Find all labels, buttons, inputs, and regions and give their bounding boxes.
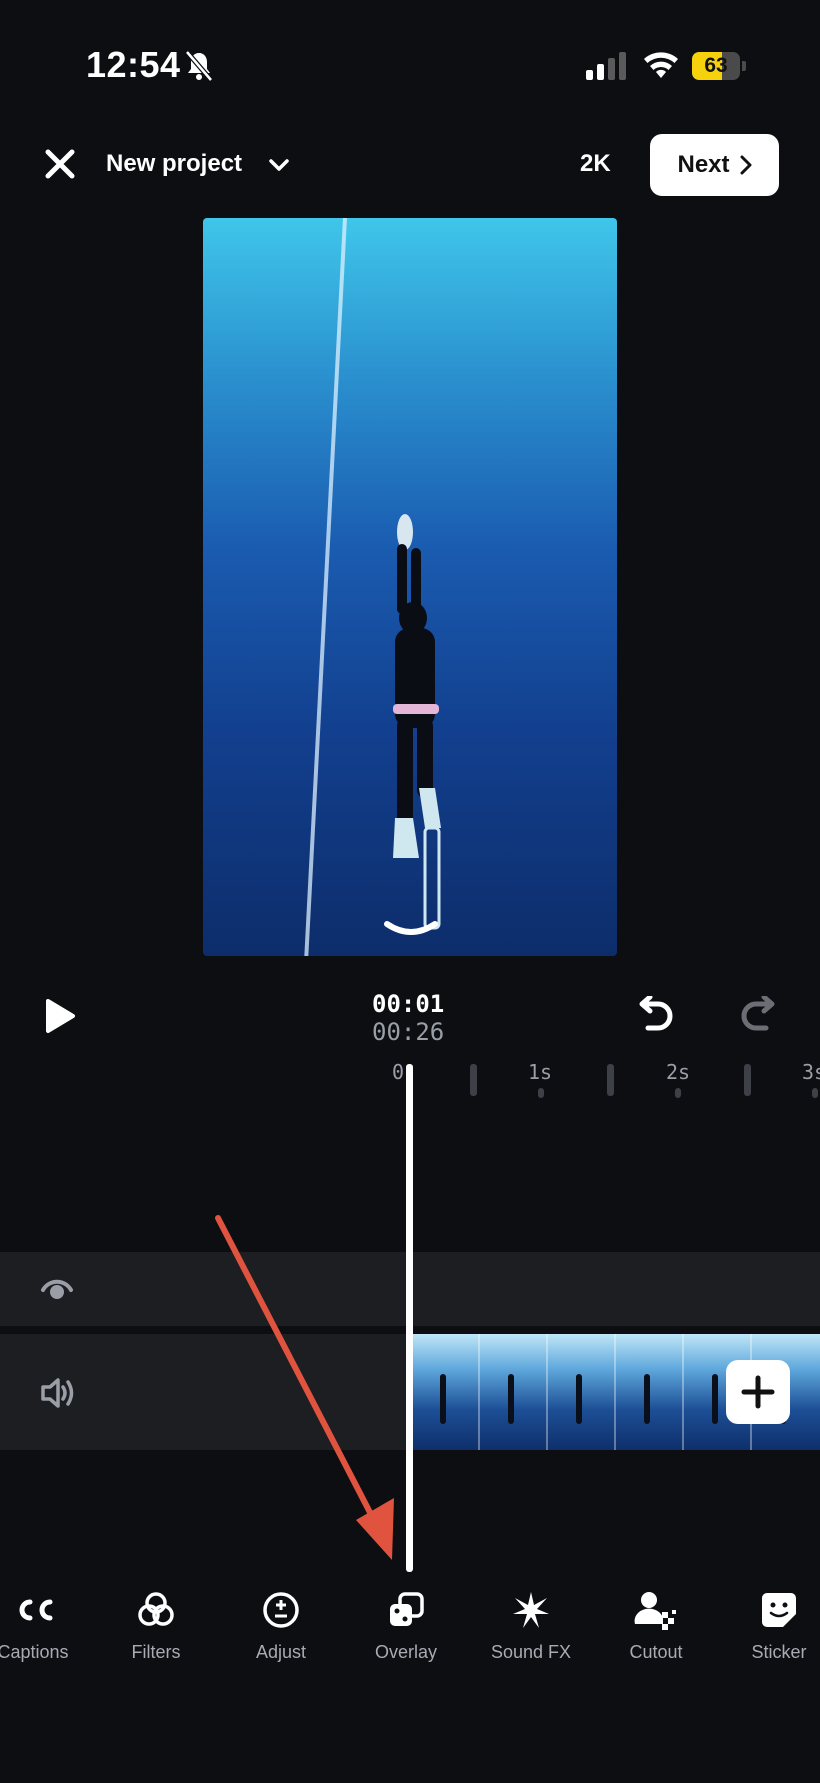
collapse-chevron-icon[interactable] <box>383 918 439 940</box>
ruler-label-1s: 1s <box>528 1060 553 1084</box>
filters-icon <box>101 1588 211 1632</box>
playhead[interactable] <box>406 1064 413 1572</box>
close-icon[interactable] <box>44 148 76 180</box>
clip-thumbnail-diver <box>644 1374 650 1424</box>
project-title[interactable]: New project <box>106 150 242 178</box>
tool-captions[interactable]: Captions <box>0 1588 88 1663</box>
next-button[interactable]: Next <box>650 134 779 196</box>
tool-overlay[interactable]: Overlay <box>351 1588 461 1663</box>
chevron-down-icon[interactable] <box>268 158 290 177</box>
ruler-tick <box>812 1088 818 1098</box>
diver-figure <box>393 514 441 930</box>
speaker-icon[interactable] <box>40 1376 76 1415</box>
battery-percentage: 63 <box>704 54 728 77</box>
total-duration: 00:26 <box>372 1018 445 1046</box>
current-time: 00:01 <box>372 990 445 1018</box>
ruler-tick <box>538 1088 544 1098</box>
video-preview[interactable] <box>203 218 617 956</box>
cutout-icon <box>601 1588 711 1632</box>
ruler-label-0: 0 <box>392 1060 405 1084</box>
resolution-selector[interactable]: 2K <box>580 150 611 178</box>
cellular-signal-icon <box>586 52 628 85</box>
undo-icon[interactable] <box>634 994 674 1039</box>
tool-label: Sticker <box>751 1642 807 1662</box>
redo-icon[interactable] <box>740 994 780 1039</box>
clip-frame-divider <box>546 1334 548 1450</box>
ruler-tick <box>744 1064 751 1096</box>
plus-icon <box>741 1375 775 1409</box>
ruler-tick <box>675 1088 681 1098</box>
tool-sticker[interactable]: Sticker <box>724 1588 820 1663</box>
clip-thumbnail-diver <box>508 1374 514 1424</box>
tool-label: Filters <box>131 1642 181 1662</box>
tool-label: Captions <box>0 1642 69 1662</box>
cc-icon <box>0 1588 88 1632</box>
visibility-icon[interactable] <box>40 1274 74 1309</box>
dive-line <box>304 218 347 956</box>
sound-fx-icon <box>476 1588 586 1632</box>
status-time: 12:54 <box>86 44 181 85</box>
tool-label: Overlay <box>374 1642 437 1662</box>
clip-thumbnail-diver <box>712 1374 718 1424</box>
ruler-label-3s: 3s <box>802 1060 820 1084</box>
bell-muted-icon <box>184 50 214 87</box>
ruler-tick <box>470 1064 477 1096</box>
ruler-tick <box>607 1064 614 1096</box>
sticker-icon <box>724 1588 820 1632</box>
tool-label: Sound FX <box>490 1642 572 1662</box>
tool-sound-fx[interactable]: Sound FX <box>476 1588 586 1663</box>
tool-adjust[interactable]: Adjust <box>226 1588 336 1663</box>
chevron-right-icon <box>740 155 752 175</box>
tool-label: Adjust <box>255 1642 307 1662</box>
ruler-label-2s: 2s <box>666 1060 691 1084</box>
battery-indicator: 63 <box>692 52 746 80</box>
clip-frame-divider <box>478 1334 480 1450</box>
overlay-icon <box>351 1588 461 1632</box>
clip-thumbnail-diver <box>576 1374 582 1424</box>
clip-frame-divider <box>614 1334 616 1450</box>
adjust-icon <box>226 1588 336 1632</box>
add-clip-button[interactable] <box>726 1360 790 1424</box>
clip-thumbnail-diver <box>440 1374 446 1424</box>
bottom-toolbar: Captions Filters Adjust Overlay Sound FX… <box>0 1588 820 1678</box>
next-button-label: Next <box>677 151 730 178</box>
play-icon[interactable] <box>44 998 76 1039</box>
wifi-icon <box>642 50 680 85</box>
tool-cutout[interactable]: Cutout <box>601 1588 711 1663</box>
tool-label: Cutout <box>629 1642 683 1662</box>
clip-frame-divider <box>682 1334 684 1450</box>
tool-filters[interactable]: Filters <box>101 1588 211 1663</box>
